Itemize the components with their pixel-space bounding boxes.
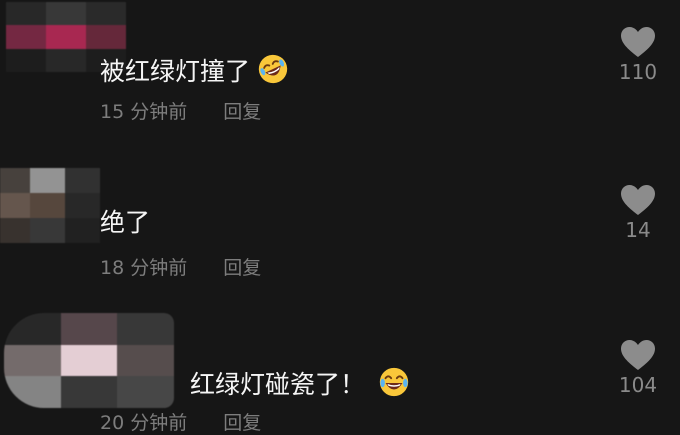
avatar-pixel [0, 218, 30, 243]
comment-text: 绝了 [100, 208, 150, 238]
heart-icon [621, 27, 655, 57]
avatar-pixel [65, 193, 100, 218]
like-button[interactable]: 110 [616, 26, 660, 84]
comment-meta: 20 分钟前 回复 [100, 411, 261, 435]
avatar-pixel [46, 48, 86, 72]
comment-item: 被红绿灯撞了 15 分钟前 回复 110 [0, 0, 680, 140]
avatar-pixel [86, 25, 126, 49]
avatar-pixel [60, 344, 118, 377]
heart-icon [621, 185, 655, 215]
avatar-pixel [4, 344, 61, 377]
avatar-pixel [65, 218, 100, 243]
avatar-pixel [6, 2, 46, 26]
comment-item: 红绿灯碰瓷了！ 20 分钟前 回复 104 [0, 305, 680, 435]
avatar-pixel [46, 25, 86, 49]
reply-button[interactable]: 回复 [223, 412, 261, 434]
like-count: 104 [618, 373, 658, 397]
like-button[interactable]: 14 [616, 184, 660, 242]
avatar-pixel [117, 376, 174, 408]
heart-icon [621, 340, 655, 370]
comment-time: 15 分钟前 [100, 101, 188, 123]
avatar[interactable] [4, 313, 174, 408]
like-count: 110 [618, 60, 658, 84]
avatar-pixel [4, 313, 61, 345]
comment-time: 20 分钟前 [100, 412, 188, 434]
avatar-pixel [4, 376, 61, 408]
avatar-pixel [30, 168, 65, 193]
comment-meta: 18 分钟前 回复 [100, 256, 261, 280]
avatar-pixel [117, 313, 174, 345]
comment-item: 绝了 18 分钟前 回复 14 [0, 160, 680, 290]
avatar-pixel [0, 168, 30, 193]
avatar-pixel [30, 218, 65, 243]
avatar-pixel [86, 2, 126, 26]
like-count: 14 [625, 218, 651, 242]
avatar-pixel [30, 193, 65, 218]
avatar-pixel [60, 313, 118, 345]
comment-meta: 15 分钟前 回复 [100, 100, 261, 124]
comment-text: 被红绿灯撞了 [100, 52, 290, 87]
comment-text-content: 红绿灯碰瓷了！ [190, 370, 366, 399]
comment-time: 18 分钟前 [100, 257, 188, 279]
comment-text-content: 绝了 [100, 208, 151, 237]
avatar-pixel [65, 168, 100, 193]
avatar[interactable] [0, 168, 100, 243]
reply-button[interactable]: 回复 [223, 257, 261, 279]
like-button[interactable]: 104 [616, 339, 660, 397]
avatar-pixel [0, 193, 30, 218]
comment-text: 红绿灯碰瓷了！ [190, 365, 411, 400]
comment-text-content: 被红绿灯撞了 [100, 57, 251, 86]
avatar-pixel [117, 344, 174, 377]
avatar-pixel [60, 376, 118, 408]
rolling-on-floor-laughing-emoji [258, 54, 288, 84]
avatar-pixel [46, 2, 86, 26]
avatar-pixel [6, 25, 46, 49]
reply-button[interactable]: 回复 [223, 101, 261, 123]
avatar-pixel [6, 48, 46, 72]
crying-laughing-emoji [379, 367, 409, 397]
